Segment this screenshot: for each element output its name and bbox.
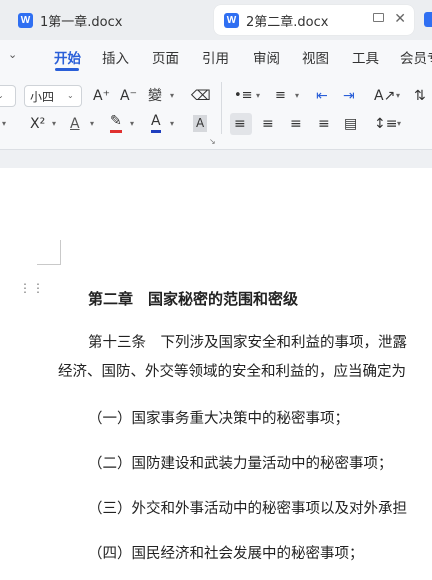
menu-home[interactable]: 开始 bbox=[54, 47, 81, 67]
window-restore-icon[interactable] bbox=[373, 13, 384, 22]
menu-tools[interactable]: 工具 bbox=[352, 47, 379, 67]
chevron-down-icon: ⌄ bbox=[67, 91, 74, 100]
menu-references[interactable]: 引用 bbox=[202, 47, 229, 67]
sort-icon[interactable]: ⇅ bbox=[414, 86, 426, 106]
page-margin-mark bbox=[37, 264, 61, 265]
phonetic-guide-icon[interactable]: 變 bbox=[148, 86, 162, 106]
menu-member[interactable]: 会员专 bbox=[400, 47, 432, 67]
align-right-icon[interactable]: ≡ bbox=[290, 114, 302, 134]
font-color-icon[interactable]: A bbox=[151, 112, 161, 133]
text-effect-icon[interactable]: A bbox=[70, 114, 80, 134]
chevron-down-icon[interactable]: ▾ bbox=[90, 114, 94, 134]
close-icon[interactable]: ✕ bbox=[394, 10, 406, 28]
chevron-down-icon[interactable]: ▾ bbox=[170, 86, 174, 106]
tab-label: 1第一章.docx bbox=[40, 14, 123, 30]
paragraph-line[interactable]: 第十三条 下列涉及国家安全和利益的事项，泄露 bbox=[88, 333, 407, 353]
page-margin-mark bbox=[60, 240, 61, 264]
highlight-icon[interactable]: ✎ bbox=[110, 113, 122, 133]
tab-label: 2第二章.docx bbox=[246, 14, 329, 30]
tab-bar: W 1第一章.docx W 2第二章.docx ✕ bbox=[0, 0, 432, 40]
chevron-down-icon[interactable]: ⌄ bbox=[8, 48, 17, 61]
chevron-down-icon[interactable]: ▾ bbox=[295, 86, 299, 106]
font-name-dropdown[interactable]: ⌄ bbox=[0, 85, 16, 107]
drag-handle-icon[interactable]: ⋮⋮ bbox=[19, 282, 45, 294]
tab-document-1[interactable]: W 1第一章.docx bbox=[8, 5, 208, 35]
chevron-down-icon[interactable]: ▾ bbox=[130, 114, 134, 134]
chevron-down-icon[interactable]: ▾ bbox=[396, 86, 400, 106]
justify-icon[interactable]: ≡ bbox=[318, 114, 330, 134]
menu-page[interactable]: 页面 bbox=[152, 47, 179, 67]
bullet-list-icon[interactable]: •≡ bbox=[234, 86, 253, 106]
chevron-down-icon[interactable]: ▾ bbox=[2, 114, 6, 134]
paragraph-line[interactable]: 经济、国防、外交等领域的安全和利益的，应当确定为 bbox=[58, 362, 406, 382]
chevron-down-icon[interactable]: ▾ bbox=[52, 114, 56, 134]
superscript-icon[interactable]: X² bbox=[30, 114, 45, 134]
font-size-dropdown[interactable]: 小四 ⌄ bbox=[24, 85, 82, 107]
align-center-icon[interactable]: ≡ bbox=[262, 114, 274, 134]
decrease-indent-icon[interactable]: ⇤ bbox=[316, 86, 328, 106]
clear-format-icon[interactable]: ⌫ bbox=[191, 86, 211, 106]
menu-insert[interactable]: 插入 bbox=[102, 47, 129, 67]
font-size-value: 小四 bbox=[30, 89, 55, 104]
chevron-down-icon[interactable]: ▾ bbox=[256, 86, 260, 106]
chevron-down-icon: ⌄ bbox=[0, 91, 4, 100]
increase-indent-icon[interactable]: ⇥ bbox=[343, 86, 355, 106]
distributed-align-icon[interactable]: ▤ bbox=[344, 114, 357, 134]
numbered-list-icon[interactable]: ≡ bbox=[275, 86, 286, 106]
chevron-down-icon[interactable]: ▾ bbox=[397, 114, 401, 134]
grow-font-icon[interactable]: A⁺ bbox=[93, 86, 110, 106]
chapter-heading[interactable]: 第二章 国家秘密的范围和密级 bbox=[88, 289, 298, 309]
paragraph-line[interactable]: （四）国民经济和社会发展中的秘密事项； bbox=[88, 544, 364, 564]
menu-view[interactable]: 视图 bbox=[302, 47, 329, 67]
active-menu-indicator bbox=[55, 68, 79, 71]
dialog-launcher-icon[interactable]: ↘ bbox=[209, 137, 216, 146]
paragraph-line[interactable]: （三）外交和外事活动中的秘密事项以及对外承担 bbox=[88, 499, 407, 519]
ribbon-toolbar bbox=[0, 72, 432, 150]
document-canvas bbox=[0, 150, 432, 168]
text-direction-icon[interactable]: A↗ bbox=[374, 86, 395, 106]
word-doc-icon[interactable] bbox=[424, 12, 432, 27]
line-spacing-icon[interactable]: ↕≡ bbox=[374, 114, 397, 134]
tab-document-2-active[interactable]: W 2第二章.docx ✕ bbox=[214, 5, 414, 35]
paragraph-line[interactable]: （二）国防建设和武装力量活动中的秘密事项； bbox=[88, 454, 393, 474]
menu-review[interactable]: 审阅 bbox=[253, 47, 280, 67]
character-shading-icon[interactable]: A bbox=[193, 115, 208, 132]
paragraph-line[interactable]: （一）国家事务重大决策中的秘密事项； bbox=[88, 409, 349, 429]
chevron-down-icon[interactable]: ▾ bbox=[170, 114, 174, 134]
word-doc-icon: W bbox=[224, 12, 239, 28]
toolbar-separator bbox=[221, 82, 222, 134]
shrink-font-icon[interactable]: A⁻ bbox=[120, 86, 137, 106]
word-doc-icon: W bbox=[18, 12, 33, 28]
align-left-icon: ≡ bbox=[234, 116, 246, 132]
